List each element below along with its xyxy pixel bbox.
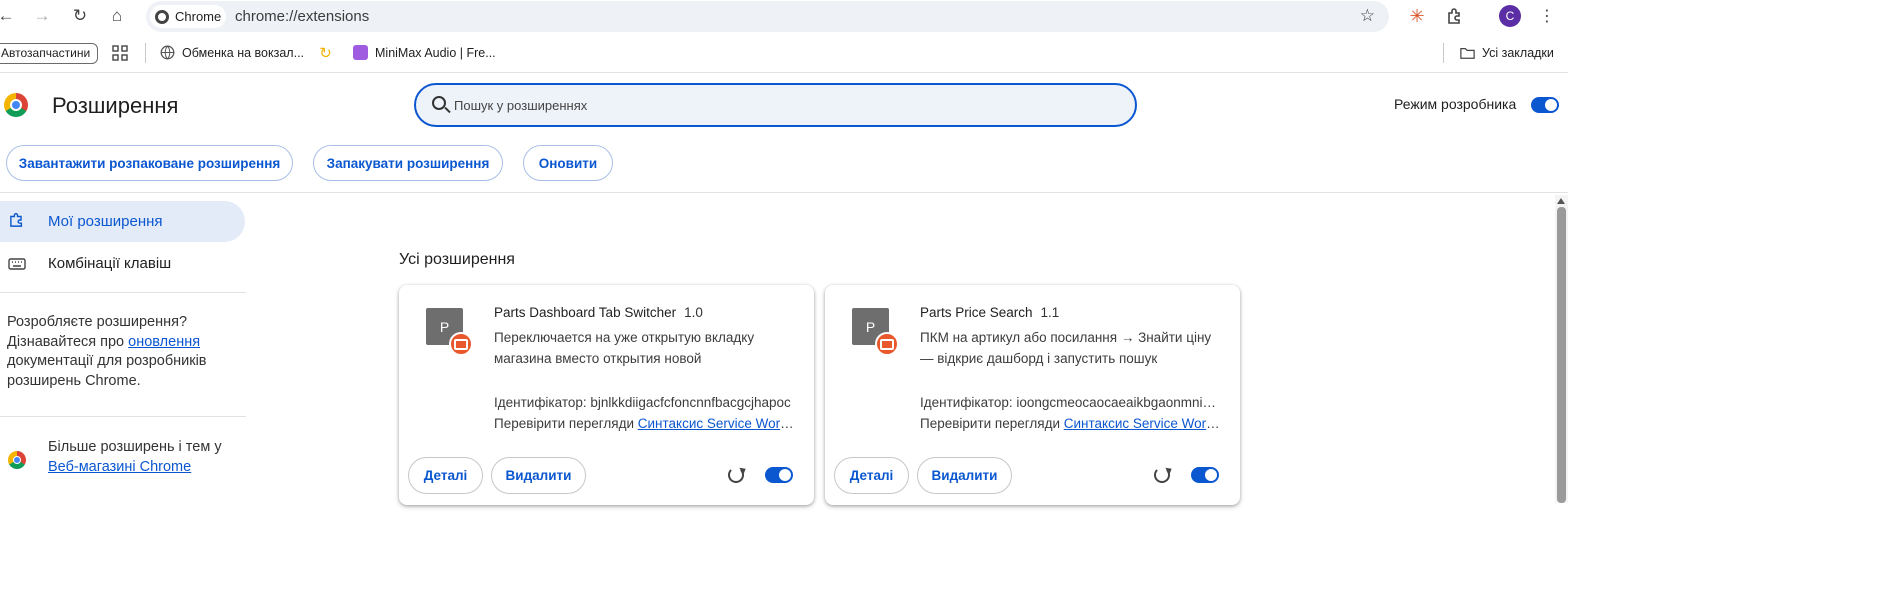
bookmark-separator — [1443, 43, 1444, 63]
section-title: Усі розширення — [399, 251, 515, 268]
url-text[interactable]: chrome://extensions — [235, 8, 369, 25]
search-input[interactable] — [454, 93, 1094, 117]
scroll-thumb[interactable] — [1557, 207, 1566, 503]
dev-mode-toggle[interactable] — [1531, 97, 1559, 113]
globe-icon — [160, 45, 175, 60]
bookmark-item[interactable]: Обменка на вокзал... — [160, 45, 304, 60]
extension-card: P Parts Dashboard Tab Switcher 1.0 Перекл… — [399, 285, 814, 505]
bookmark-folder-autoparts[interactable]: Автозапчастини — [0, 43, 98, 64]
inspect-label: Перевірити перегляди — [494, 416, 638, 431]
sidebar-item-label: Мої розширення — [48, 213, 163, 230]
bookmark-star-icon[interactable]: ☆ — [1360, 6, 1375, 26]
extension-id: Ідентифікатор: ioongcmeocaocaeaikbgaonmn… — [920, 395, 1220, 410]
browser-toolbar: ← → ↻ ⌂ Chrome chrome://extensions ☆ ✳ C… — [0, 0, 1568, 33]
puzzle-icon — [10, 213, 23, 227]
scroll-up-arrow-icon[interactable] — [1557, 198, 1565, 204]
extension-name: Parts Dashboard Tab Switcher — [494, 305, 677, 320]
web-store-link[interactable]: Веб-магазині Chrome — [48, 459, 191, 475]
apps-grid-icon[interactable] — [112, 45, 128, 61]
dev-mode-label: Режим розробника — [1394, 96, 1517, 112]
extension-version: 1.1 — [1040, 305, 1060, 320]
inspect-views: Перевірити перегляди Синтаксис Service W… — [920, 416, 1220, 431]
sidebar-item-shortcuts[interactable]: Комбінації клавіш — [0, 243, 245, 284]
inspect-views: Перевірити перегляди Синтаксис Service W… — [494, 416, 794, 431]
address-bar[interactable]: Chrome chrome://extensions ☆ — [146, 1, 1389, 32]
pack-extension-button[interactable]: Запакувати розширення — [313, 145, 503, 181]
chrome-logo-icon — [4, 93, 28, 117]
bookmarks-bar: Автозапчастини Обменка на вокзал... ↻ Mi… — [0, 33, 1568, 73]
reload-page-icon[interactable]: ↻ — [68, 5, 92, 27]
sidebar-divider — [0, 416, 246, 417]
extension-description: Переключается на уже открытую вкладку ма… — [494, 330, 755, 366]
sidebar-item-label: Комбінації клавіш — [48, 255, 172, 272]
update-button[interactable]: Оновити — [523, 145, 613, 181]
extension-enable-toggle[interactable] — [1191, 467, 1219, 483]
extension-version: 1.0 — [684, 305, 703, 320]
extension-name-row: Parts Price Search 1.1 — [920, 305, 1059, 320]
extension-card: P Parts Price Search 1.1 ПКМ на артикул а… — [825, 285, 1240, 505]
remove-button[interactable]: Видалити — [917, 457, 1012, 494]
details-button[interactable]: Деталі — [408, 457, 483, 494]
chrome-logo-icon — [155, 9, 169, 24]
extension-name-row: Parts Dashboard Tab Switcher 1.0 — [494, 305, 703, 320]
reload-extension-icon[interactable] — [728, 467, 744, 483]
chrome-page-chip[interactable]: Chrome — [150, 5, 226, 28]
bookmark-separator — [145, 43, 146, 63]
service-worker-link[interactable]: Синтаксис Service Worker — [1064, 416, 1220, 431]
inspect-label: Перевірити перегляди — [920, 416, 1064, 431]
dev-docs-note: Розробляєте розширення? Дізнавайтеся про… — [7, 313, 237, 391]
load-unpacked-button[interactable]: Завантажити розпаковане розширення — [6, 145, 293, 181]
remove-button[interactable]: Видалити — [491, 457, 586, 494]
page-title: Розширення — [52, 93, 179, 118]
bookmark-label: MiniMax Audio | Fre... — [375, 45, 496, 60]
service-worker-badge-icon — [449, 332, 473, 356]
sidebar-divider — [0, 292, 246, 293]
web-store-note: Більше розширень і тем у Веб-магазині Ch… — [48, 438, 248, 477]
profile-avatar[interactable]: C — [1499, 5, 1521, 27]
reload-extension-icon[interactable] — [1154, 467, 1170, 483]
minimax-logo-icon — [353, 45, 368, 60]
bookmark-label: Обменка на вокзал... — [182, 45, 305, 60]
store-note-text: Більше розширень і тем у — [48, 439, 222, 455]
service-worker-badge-icon — [875, 332, 899, 356]
all-bookmarks-label: Усі закладки — [1482, 45, 1554, 60]
folder-icon — [1460, 45, 1475, 60]
home-icon[interactable]: ⌂ — [105, 5, 129, 27]
claude-extension-icon[interactable]: ✳ — [1405, 5, 1429, 27]
details-button[interactable]: Деталі — [834, 457, 909, 494]
chip-label: Chrome — [175, 9, 222, 24]
forward-arrow-icon[interactable]: → — [30, 5, 54, 27]
keyboard-icon — [8, 258, 26, 270]
all-bookmarks-button[interactable]: Усі закладки — [1460, 45, 1554, 60]
bookmark-item[interactable]: MiniMax Audio | Fre... — [353, 45, 496, 60]
more-menu-icon[interactable]: ⋮ — [1535, 5, 1559, 27]
bookmark-sync-icon-item[interactable]: ↻ — [318, 44, 340, 62]
page-scrollbar[interactable] — [1555, 195, 1568, 503]
sync-arrows-icon: ↻ — [319, 44, 332, 62]
extension-name: Parts Price Search — [920, 305, 1033, 320]
extensions-puzzle-icon[interactable] — [1443, 5, 1467, 27]
header-divider — [0, 192, 1568, 193]
search-icon — [432, 96, 446, 110]
chrome-web-store-icon — [8, 451, 26, 469]
dev-note-text-end: документації для розробників розширень C… — [7, 353, 207, 389]
extension-description: ПКМ на артикул або посилання → Знайти ці… — [920, 330, 1212, 366]
back-arrow-icon[interactable]: ← — [0, 5, 18, 27]
sidebar-item-my-extensions[interactable]: Мої розширення — [0, 201, 245, 242]
extension-enable-toggle[interactable] — [765, 467, 793, 483]
search-box[interactable] — [414, 83, 1137, 127]
extension-id: Ідентифікатор: bjnlkkdiigacfcfoncnnfbacg… — [494, 395, 791, 410]
docs-updates-link[interactable]: оновлення — [128, 334, 200, 350]
service-worker-link[interactable]: Синтаксис Service Worker — [638, 416, 794, 431]
